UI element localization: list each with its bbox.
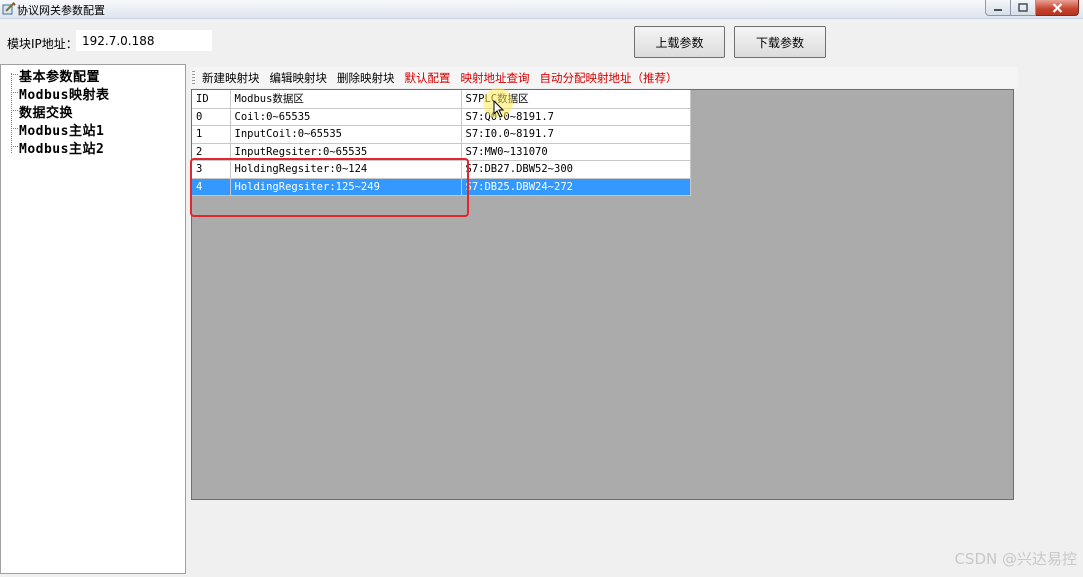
toolbar-grip-icon [192, 70, 195, 85]
upload-params-button[interactable]: 上载参数 [634, 26, 725, 58]
table-header-row: ID Modbus数据区 S7PLC数据区 [192, 90, 691, 109]
mouse-pointer-icon [493, 100, 505, 118]
close-icon [1052, 2, 1062, 13]
watermark: CSDN @兴达易控 [954, 550, 1077, 568]
column-header-id[interactable]: ID [192, 90, 231, 109]
column-header-modbus[interactable]: Modbus数据区 [230, 90, 462, 109]
tree-item-modbus-master-2[interactable]: Modbus主站2 [19, 138, 104, 157]
title-bar: 协议网关参数配置 [0, 0, 1083, 19]
maximize-button[interactable] [1011, 0, 1036, 16]
new-block-button[interactable]: 新建映射块 [202, 70, 260, 86]
edit-block-button[interactable]: 编辑映射块 [270, 70, 328, 86]
tree-connector [11, 73, 12, 153]
config-tree: 基本参数配置 Modbus映射表 数据交换 Modbus主站1 Modbus主站… [0, 64, 186, 574]
download-params-button[interactable]: 下载参数 [734, 26, 826, 58]
cell-s7: S7:DB27.DBW52~300 [461, 160, 691, 179]
cell-id: 0 [192, 108, 231, 126]
window-title: 协议网关参数配置 [17, 4, 105, 17]
query-address-button[interactable]: 映射地址查询 [461, 70, 530, 86]
cell-s7: S7:DB25.DBW24~272 [461, 178, 691, 196]
ip-label: 模块IP地址： [7, 37, 78, 51]
mapping-grid[interactable]: ID Modbus数据区 S7PLC数据区 0 Coil:0~65535 S7:… [191, 89, 1014, 500]
maximize-icon [1018, 3, 1028, 12]
default-config-button[interactable]: 默认配置 [405, 70, 451, 86]
table-row[interactable]: 1 InputCoil:0~65535 S7:I0.0~8191.7 [192, 125, 691, 144]
mapping-toolbar: 新建映射块 编辑映射块 删除映射块 默认配置 映射地址查询 自动分配映射地址（推… [190, 67, 1018, 88]
cell-s7: S7:I0.0~8191.7 [461, 125, 691, 144]
tree-connector [11, 146, 18, 147]
tree-connector [11, 110, 18, 111]
tree-item-basic-params[interactable]: 基本参数配置 [19, 66, 100, 85]
minimize-icon [994, 8, 1002, 11]
tree-item-data-exchange[interactable]: 数据交换 [19, 102, 73, 121]
cell-s7: S7:MW0~131070 [461, 143, 691, 161]
tree-connector [11, 74, 18, 75]
annotation-highlight-box [190, 158, 469, 217]
cell-id: 1 [192, 125, 231, 144]
tree-connector [11, 92, 18, 93]
close-button[interactable] [1036, 0, 1079, 16]
table-row[interactable]: 0 Coil:0~65535 S7:Q0.0~8191.7 [192, 108, 691, 126]
cell-modbus: Coil:0~65535 [230, 108, 462, 126]
minimize-button[interactable] [985, 0, 1011, 16]
tree-item-modbus-master-1[interactable]: Modbus主站1 [19, 120, 104, 139]
tree-connector [11, 128, 18, 129]
auto-assign-button[interactable]: 自动分配映射地址（推荐） [540, 70, 678, 86]
app-icon [2, 2, 16, 15]
cell-modbus: InputCoil:0~65535 [230, 125, 462, 144]
delete-block-button[interactable]: 删除映射块 [337, 70, 395, 86]
tree-item-modbus-map[interactable]: Modbus映射表 [19, 84, 109, 103]
ip-address-field[interactable]: 192.7.0.188 [76, 30, 212, 51]
